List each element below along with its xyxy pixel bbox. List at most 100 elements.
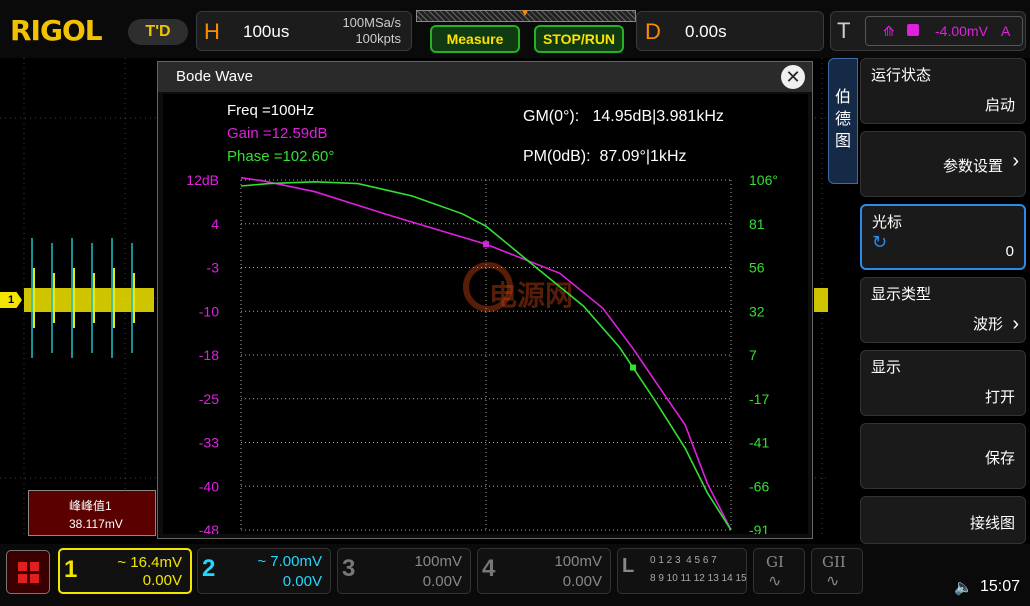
stop-run-button-label: STOP/RUN [542,31,616,47]
trigger-letter: T [837,18,851,43]
menu-cursor-value: 0 [1005,243,1014,260]
y-left-tick: -48 [199,522,219,534]
y-right-tick: -66 [749,478,769,494]
cursor-point-gain [483,241,489,248]
menu-cursor-title: 光标 [872,214,903,231]
y-right-tick: 56 [749,260,765,276]
channel-3-number: 3 [342,555,356,582]
channel-1-offset: 0.00V [142,572,182,589]
generator-2-button[interactable]: GII ∿ [811,548,863,594]
y-right-tick: -41 [749,435,769,451]
side-menu-tab[interactable]: 伯德图 [828,58,858,184]
bode-plot: Freq =100Hz Gain =12.59dB Phase =102.60°… [163,94,808,534]
menu-run-state[interactable]: 运行状态 启动 [860,58,1026,124]
trigger-mode-badge[interactable]: T'D [128,19,188,45]
y-left-tick: -18 [199,347,219,363]
channel-2-offset: 0.00V [282,573,322,590]
channel-1-scale-value: 16.4mV [130,554,182,571]
y-left-tick: 4 [211,216,219,232]
generator-1-button[interactable]: GI ∿ [753,548,805,594]
menu-wiring-diagram-label: 接线图 [969,515,1015,532]
y-right-tick: -17 [749,391,769,407]
y-right-tick: 32 [749,303,765,319]
channel-2-scale: ~ 7.00mV [257,553,322,570]
series-phase-line [240,180,732,531]
menu-display-type-value: 波形 [972,316,1003,333]
dialog-title: Bode Wave [158,62,812,92]
rotate-icon: ↻ [872,232,888,252]
delay-panel[interactable]: D 0.00s [636,11,824,51]
menu-run-state-title: 运行状态 [871,67,932,84]
sine-wave-icon: ∿ [826,573,840,590]
menu-save[interactable]: 保存 [860,423,1026,489]
timebase-value: 100us [243,22,290,41]
delay-letter: D [645,19,661,44]
grid-icon-cell [30,574,39,583]
channel-3-offset: 0.00V [422,573,462,590]
channel-4-scale: 100mV [554,553,602,570]
measure-button[interactable]: Measure [430,25,520,53]
channel-2-panel[interactable]: 2 ~ 7.00mV 0.00V [197,548,331,594]
measurement-value: 38.117mV [69,517,123,531]
menu-display-type[interactable]: 显示类型 波形 › [860,277,1026,343]
menu-display-type-title: 显示类型 [871,286,932,303]
measurement-label: 峰峰值1 [69,499,112,513]
channel-1-panel[interactable]: 1 ~ 16.4mV 0.00V [58,548,192,594]
logic-channels-row1: 0 1 2 3 4 5 6 7 [650,555,717,566]
menu-params-label: 参数设置 [942,158,1003,175]
menu-cursor[interactable]: 光标 ↻ 0 [860,204,1026,270]
trigger-panel[interactable]: T ⟰ -4.00mV A [830,11,1026,51]
trigger-position-marker: ▼ [520,8,530,19]
clock: 15:07 [980,578,1021,595]
series-gain-line [240,176,732,531]
channel-4-offset: 0.00V [562,573,602,590]
generator-1-label: GI [766,553,784,571]
measurement-box[interactable]: 峰峰值1 38.117mV [28,490,156,536]
channel-4-panel[interactable]: 4 100mV 0.00V [477,548,611,594]
y-right-tick: 7 [749,347,757,363]
rising-edge-icon: ⟰ [883,23,895,39]
close-button[interactable]: ✕ [781,65,805,89]
bode-chart: 12dB 106° 4 81 -3 56 -10 32 -18 7 -25 -17 -33 -41 -40 -… [186,172,778,534]
y-left-tick: -3 [207,260,220,276]
channel-1-number: 1 [64,556,78,583]
channel-1-scale: ~ 16.4mV [117,554,182,571]
y-right-tick: 106° [749,172,778,188]
menu-params[interactable]: 参数设置 › [860,131,1026,197]
ch1-spikes-left [24,238,154,358]
delay-value: 0.00s [685,22,727,41]
trigger-coupling: A [1001,23,1011,39]
generator-2-label: GII [822,553,846,571]
memory-position-bar[interactable]: ▼ [416,8,636,22]
side-menu-tab-label: 伯德图 [834,89,851,150]
logic-analyzer-letter: L [622,555,635,577]
y-left-tick: -10 [199,303,219,319]
trigger-source-icon [907,24,919,36]
menu-wiring-diagram[interactable]: 接线图 [860,496,1026,544]
stop-run-button[interactable]: STOP/RUN [534,25,624,53]
chevron-right-icon: › [1012,313,1019,335]
channel-3-panel[interactable]: 3 100mV 0.00V [337,548,471,594]
chevron-right-icon: › [1012,150,1019,172]
ch1-waveform-right [814,288,828,312]
channel-3-scale: 100mV [414,553,462,570]
channel-4-number: 4 [482,555,496,582]
speaker-icon[interactable]: 🔈 [954,578,973,596]
sample-rate: 100MSa/s [342,15,401,30]
grid-icon-cell [18,574,27,583]
grid-icon-cell [30,562,39,571]
menu-save-label: 保存 [984,450,1015,467]
menu-display[interactable]: 显示 打开 [860,350,1026,416]
timebase-panel[interactable]: H 100us 100MSa/s 100kpts [196,11,412,51]
y-left-tick: -25 [199,391,219,407]
sine-wave-icon: ∿ [768,573,782,590]
y-right-tick: -91 [749,522,769,534]
timebase-letter: H [204,19,220,44]
measure-button-label: Measure [446,31,504,47]
bode-dialog: Bode Wave ✕ Freq =100Hz Gain =12.59dB Ph… [157,61,813,539]
channel-2-number: 2 [202,555,216,582]
logic-analyzer-panel[interactable]: L 0 1 2 3 4 5 6 7 8 9 10 11 12 13 14 15 [617,548,747,594]
trigger-level: -4.00mV [935,23,988,39]
menu-button[interactable] [6,550,50,594]
menu-run-state-value: 启动 [984,97,1015,114]
